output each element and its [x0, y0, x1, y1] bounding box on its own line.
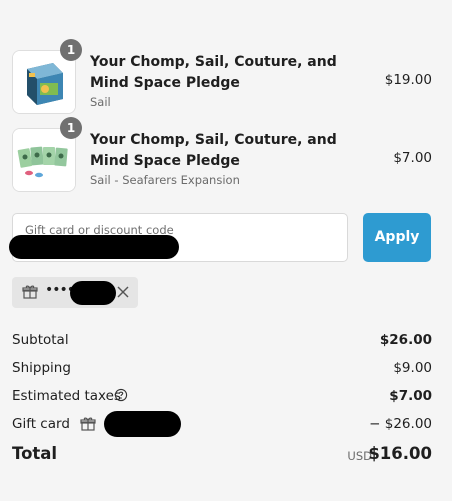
- redaction-mark: [104, 411, 181, 437]
- line-item: 1 Your Chomp, Sail, Couture, and Mind Sp…: [12, 39, 432, 114]
- quantity-badge: 1: [60, 39, 82, 61]
- taxes-value: $7.00: [389, 388, 432, 404]
- total-row: Total USD $16.00: [12, 444, 432, 470]
- subtotal-value: $26.00: [379, 332, 432, 348]
- product-variant: Sail: [90, 95, 111, 109]
- apply-button[interactable]: Apply: [363, 213, 431, 262]
- taxes-label: Estimated taxes: [12, 388, 121, 404]
- help-icon[interactable]: [114, 388, 128, 406]
- shipping-label: Shipping: [12, 360, 71, 376]
- product-price: $19.00: [384, 72, 432, 88]
- gift-icon: [80, 416, 96, 436]
- product-price: $7.00: [393, 150, 432, 166]
- shipping-value: $9.00: [393, 360, 432, 376]
- redaction-mark: [70, 281, 116, 305]
- applied-gift-card-chip: ••••: [12, 277, 138, 308]
- quantity-badge: 1: [60, 117, 82, 139]
- total-value: $16.00: [368, 444, 432, 463]
- redaction-mark: [9, 235, 179, 259]
- subtotal-label: Subtotal: [12, 332, 69, 348]
- product-title: Your Chomp, Sail, Couture, and Mind Spac…: [90, 54, 337, 91]
- gift-icon: [22, 284, 38, 304]
- product-variant: Sail - Seafarers Expansion: [90, 173, 240, 187]
- gift-card-value: − $26.00: [369, 416, 432, 432]
- total-label: Total: [12, 444, 58, 463]
- product-title: Your Chomp, Sail, Couture, and Mind Spac…: [90, 132, 337, 169]
- gift-card-label: Gift card: [12, 416, 70, 432]
- discount-code-input[interactable]: Gift card or discount code: [9, 213, 348, 262]
- line-item: 1 Your Chomp, Sail, Couture, and Mind Sp…: [12, 117, 432, 192]
- remove-gift-card-icon[interactable]: [115, 284, 131, 304]
